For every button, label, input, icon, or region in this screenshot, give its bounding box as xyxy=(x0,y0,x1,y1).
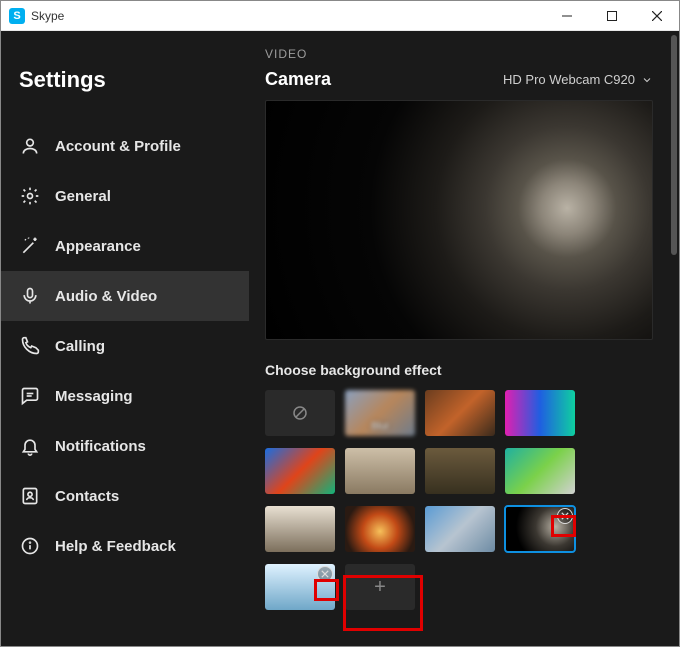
sidebar-item-label: Help & Feedback xyxy=(55,538,176,555)
background-tile-image[interactable] xyxy=(505,448,575,494)
sidebar-item-audio-video[interactable]: Audio & Video xyxy=(1,271,249,321)
sidebar-item-account-profile[interactable]: Account & Profile xyxy=(1,121,249,171)
sidebar-item-notifications[interactable]: Notifications xyxy=(1,421,249,471)
chat-icon xyxy=(19,385,41,407)
sidebar-item-label: Messaging xyxy=(55,388,133,405)
background-tile-image[interactable] xyxy=(265,448,335,494)
camera-selected-value: HD Pro Webcam C920 xyxy=(503,72,635,87)
background-tile-blur[interactable]: Blur xyxy=(345,390,415,436)
sidebar-item-messaging[interactable]: Messaging xyxy=(1,371,249,421)
camera-select[interactable]: HD Pro Webcam C920 xyxy=(503,72,653,87)
sidebar-item-label: General xyxy=(55,188,111,205)
bell-icon xyxy=(19,435,41,457)
person-icon xyxy=(19,135,41,157)
sidebar-item-label: Account & Profile xyxy=(55,138,181,155)
window-minimize-button[interactable] xyxy=(544,1,589,31)
background-tile-image[interactable] xyxy=(425,390,495,436)
choose-background-label: Choose background effect xyxy=(265,362,653,378)
titlebar: S Skype xyxy=(1,1,679,31)
background-tile-image[interactable] xyxy=(425,506,495,552)
phone-icon xyxy=(19,335,41,357)
window-title: Skype xyxy=(31,9,64,23)
sidebar-item-label: Audio & Video xyxy=(55,288,157,305)
background-tile-image[interactable] xyxy=(505,390,575,436)
camera-preview xyxy=(265,100,653,340)
window-close-button[interactable] xyxy=(634,1,679,31)
remove-custom-bg-button[interactable] xyxy=(557,508,573,524)
skype-logo-icon: S xyxy=(9,8,25,24)
video-section-label: VIDEO xyxy=(265,47,653,61)
microphone-icon xyxy=(19,285,41,307)
settings-sidebar: Settings Account & Profile General Appea… xyxy=(1,31,249,646)
chevron-down-icon xyxy=(641,74,653,86)
sidebar-item-appearance[interactable]: Appearance xyxy=(1,221,249,271)
background-tile-image[interactable] xyxy=(345,506,415,552)
sidebar-item-label: Contacts xyxy=(55,488,119,505)
background-effect-grid: Blur xyxy=(265,390,653,610)
scrollbar-thumb[interactable] xyxy=(671,35,677,255)
background-tile-none[interactable] xyxy=(265,390,335,436)
sidebar-item-label: Calling xyxy=(55,338,105,355)
background-tile-add[interactable]: + xyxy=(345,564,415,610)
background-tile-custom[interactable] xyxy=(505,506,575,552)
sidebar-item-general[interactable]: General xyxy=(1,171,249,221)
main-scrollbar[interactable] xyxy=(669,31,679,646)
wand-icon xyxy=(19,235,41,257)
blur-label: Blur xyxy=(345,421,415,432)
background-tile-image[interactable] xyxy=(265,506,335,552)
info-icon xyxy=(19,535,41,557)
contacts-icon xyxy=(19,485,41,507)
background-tile-image[interactable] xyxy=(345,448,415,494)
gear-icon xyxy=(19,185,41,207)
main-panel: VIDEO Camera HD Pro Webcam C920 Choose b… xyxy=(249,31,679,646)
sidebar-item-label: Appearance xyxy=(55,238,141,255)
remove-custom-bg-button[interactable] xyxy=(317,566,333,582)
window-maximize-button[interactable] xyxy=(589,1,634,31)
sidebar-item-label: Notifications xyxy=(55,438,146,455)
background-tile-custom[interactable] xyxy=(265,564,335,610)
settings-title: Settings xyxy=(1,51,249,121)
sidebar-item-calling[interactable]: Calling xyxy=(1,321,249,371)
background-tile-image[interactable] xyxy=(425,448,495,494)
sidebar-item-help-feedback[interactable]: Help & Feedback xyxy=(1,521,249,571)
sidebar-item-contacts[interactable]: Contacts xyxy=(1,471,249,521)
plus-icon: + xyxy=(374,576,386,599)
camera-heading: Camera xyxy=(265,69,331,90)
none-icon xyxy=(291,404,309,422)
